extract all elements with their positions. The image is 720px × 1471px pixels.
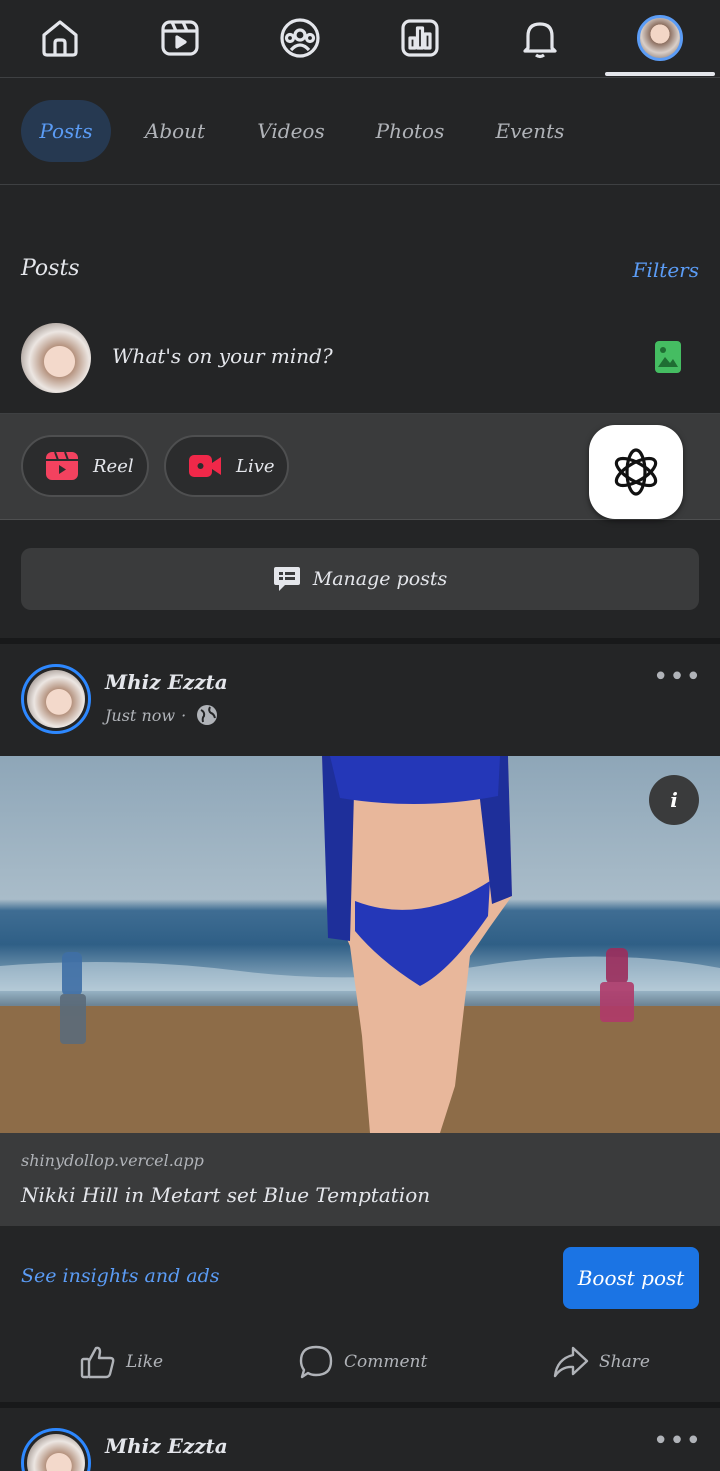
tab-about[interactable]: About [130,100,220,162]
post-author-name[interactable]: Mhiz Ezzta [105,670,228,694]
posts-section-title: Posts [21,256,80,281]
post-author-avatar[interactable] [21,664,91,734]
share-icon [553,1346,589,1378]
top-navigation-bar [0,0,720,78]
active-tab-indicator [605,72,715,76]
post-meta: Just now · [105,704,218,726]
reel-label: Reel [93,455,134,477]
manage-posts-button[interactable]: Manage posts [21,548,699,610]
post-author-name[interactable]: Mhiz Ezzta [105,1434,228,1458]
post-more-button[interactable]: ••• [653,1426,702,1456]
profile-tabs: Posts About Videos Photos Events [0,79,720,185]
thumbs-up-icon [80,1346,115,1379]
live-button[interactable]: Live [164,435,289,497]
reel-button[interactable]: Reel [21,435,149,497]
openai-icon [614,448,658,496]
chat-bubble-icon [273,567,300,591]
home-icon[interactable] [30,12,90,64]
quick-actions-bar: Reel Live [0,414,720,520]
dashboard-icon[interactable] [390,12,450,64]
meta-separator: · [181,705,187,725]
groups-icon[interactable] [270,12,330,64]
post-image[interactable] [0,756,720,1133]
info-button[interactable]: i [649,775,699,825]
link-title: Nikki Hill in Metart set Blue Temptation [21,1183,431,1207]
post-author-avatar[interactable] [21,1428,91,1471]
comment-label: Comment [344,1352,428,1372]
post-composer[interactable]: What's on your mind? [0,314,720,414]
floating-assistant-button[interactable] [589,425,683,519]
feed-post-next: Mhiz Ezzta ••• [0,1408,720,1471]
link-domain: shinydollop.vercel.app [21,1151,204,1170]
see-insights-link[interactable]: See insights and ads [21,1265,220,1287]
reels-icon[interactable] [150,12,210,64]
tab-posts[interactable]: Posts [21,100,111,162]
live-label: Live [236,455,275,477]
tab-videos[interactable]: Videos [246,100,336,162]
link-preview[interactable]: shinydollop.vercel.app Nikki Hill in Met… [0,1133,720,1226]
avatar [637,15,683,61]
avatar [27,1434,85,1471]
tab-photos[interactable]: Photos [364,100,456,162]
reel-icon [46,451,78,480]
avatar [27,670,85,728]
live-video-icon [189,455,221,477]
bell-icon[interactable] [510,12,570,64]
beach-photo [0,756,720,1133]
like-button[interactable]: Like [80,1342,163,1382]
tab-events[interactable]: Events [484,100,576,162]
comment-icon [299,1345,333,1379]
avatar[interactable] [21,323,91,393]
manage-posts-label: Manage posts [312,568,448,590]
filters-link[interactable]: Filters [633,258,699,282]
post-timestamp[interactable]: Just now [105,706,175,725]
post-more-button[interactable]: ••• [653,662,702,692]
composer-placeholder[interactable]: What's on your mind? [112,344,333,368]
like-label: Like [126,1352,164,1372]
photo-icon[interactable] [654,340,682,374]
boost-post-button[interactable]: Boost post [563,1247,699,1309]
share-button[interactable]: Share [553,1342,650,1382]
profile-avatar[interactable] [630,12,690,64]
comment-button[interactable]: Comment [298,1342,427,1382]
globe-icon[interactable] [196,704,218,726]
share-label: Share [599,1352,650,1372]
